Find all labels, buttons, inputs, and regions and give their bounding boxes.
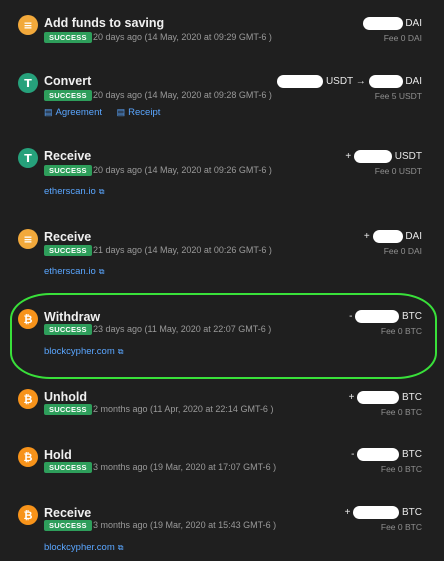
redacted-amount	[353, 506, 400, 519]
btc-coin-icon: ₿	[18, 309, 38, 329]
transaction-fee: Fee 0 BTC	[380, 464, 422, 474]
transaction-type: Receive	[44, 230, 92, 244]
status-badge: SUCCESS	[44, 245, 92, 256]
redacted-amount	[362, 17, 403, 30]
transaction-fee: Fee 5 USDT	[374, 91, 422, 101]
redacted-amount	[357, 448, 400, 461]
transaction-date: 20 days ago (14 May, 2020 at 09:26 GMT-6…	[93, 165, 272, 175]
transaction-fee: Fee 0 BTC	[380, 522, 422, 532]
transaction-date: 20 days ago (14 May, 2020 at 09:29 GMT-6…	[93, 32, 272, 42]
transaction-amount: DAI	[362, 17, 422, 30]
blockcypher-link[interactable]: blockcypher.com ⧉	[44, 542, 123, 553]
transaction-date: 21 days ago (14 May, 2020 at 00:26 GMT-6…	[93, 245, 272, 255]
transaction-amount: + BTC	[344, 506, 422, 519]
transaction-type: Convert	[44, 74, 92, 88]
transaction-fee: Fee 0 BTC	[380, 407, 422, 417]
transaction-fee: Fee 0 DAI	[383, 246, 422, 256]
redacted-amount	[372, 230, 403, 243]
usdt-coin-icon: T	[18, 73, 38, 93]
redacted-amount	[277, 75, 324, 88]
status-badge: SUCCESS	[44, 404, 92, 415]
external-link-icon: ⧉	[117, 347, 124, 356]
etherscan-link[interactable]: etherscan.io ⧉	[44, 186, 104, 197]
status-badge: SUCCESS	[44, 32, 92, 43]
redacted-amount	[357, 391, 400, 404]
transaction-type: Unhold	[44, 390, 88, 404]
transaction-type: Receive	[44, 149, 92, 163]
external-link-icon: ⧉	[117, 543, 124, 552]
transaction-amount: + DAI	[363, 230, 422, 243]
document-icon: ▤	[44, 107, 53, 117]
status-badge: SUCCESS	[44, 324, 92, 335]
transaction-date: 20 days ago (14 May, 2020 at 09:28 GMT-6…	[93, 90, 272, 100]
transaction-amount: + BTC	[348, 391, 422, 404]
status-badge: SUCCESS	[44, 462, 92, 473]
document-links: ▤ Agreement ▤ Receipt	[44, 107, 172, 118]
btc-coin-icon: ₿	[18, 389, 38, 409]
redacted-amount	[355, 310, 400, 323]
external-link-icon: ⧉	[98, 187, 105, 196]
transaction-amount: USDT → DAI	[277, 75, 422, 88]
highlight-annotation	[10, 293, 437, 379]
transaction-date: 3 months ago (19 Mar, 2020 at 15:43 GMT-…	[93, 520, 277, 530]
transaction-type: Add funds to saving	[44, 16, 165, 30]
etherscan-link[interactable]: etherscan.io ⧉	[44, 266, 104, 277]
transaction-date: 3 months ago (19 Mar, 2020 at 17:07 GMT-…	[93, 462, 277, 472]
status-badge: SUCCESS	[44, 165, 92, 176]
status-badge: SUCCESS	[44, 90, 92, 101]
transaction-type: Withdraw	[44, 310, 101, 324]
external-link-icon: ⧉	[98, 267, 105, 276]
transaction-date: 2 months ago (11 Apr, 2020 at 22:14 GMT-…	[93, 404, 274, 414]
usdt-coin-icon: T	[18, 148, 38, 168]
transaction-amount: + USDT	[345, 150, 422, 163]
document-icon: ▤	[116, 107, 126, 117]
transaction-amount: - BTC	[351, 448, 422, 461]
btc-coin-icon: ₿	[18, 447, 38, 467]
transaction-type: Receive	[44, 506, 92, 520]
transaction-date: 23 days ago (11 May, 2020 at 22:07 GMT-6…	[93, 324, 272, 334]
btc-coin-icon: ₿	[18, 505, 38, 525]
receipt-link[interactable]: ▤ Receipt	[117, 107, 161, 118]
transaction-amount: - BTC	[349, 310, 422, 323]
transaction-type: Hold	[44, 448, 72, 462]
agreement-link[interactable]: ▤ Agreement	[44, 107, 102, 118]
transaction-fee: Fee 0 USDT	[374, 166, 422, 176]
transaction-fee: Fee 0 BTC	[380, 326, 422, 336]
redacted-amount	[368, 75, 403, 88]
blockcypher-link[interactable]: blockcypher.com ⧉	[44, 346, 123, 357]
dai-coin-icon: ≡	[18, 229, 38, 249]
status-badge: SUCCESS	[44, 520, 92, 531]
dai-coin-icon: ≡	[18, 15, 38, 35]
transaction-fee: Fee 0 DAI	[383, 33, 422, 43]
redacted-amount	[353, 150, 392, 163]
